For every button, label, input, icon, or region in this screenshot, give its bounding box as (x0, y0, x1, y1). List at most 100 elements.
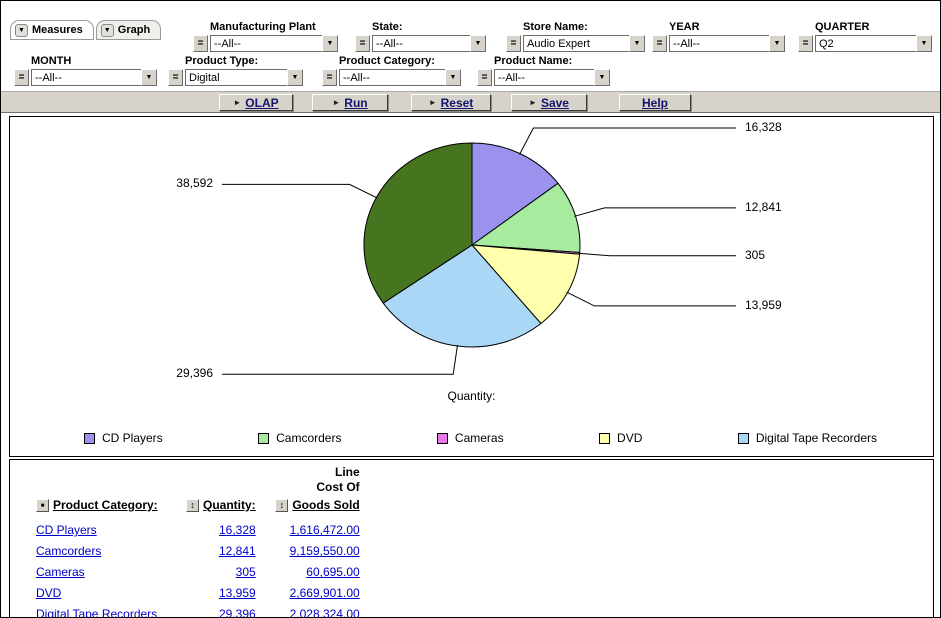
save-button[interactable]: ► Save (511, 94, 587, 111)
olap-report-window: ▼ Measures ▼ Graph Manufacturing Plant =… (0, 0, 941, 618)
dropdown-arrow-icon[interactable]: ▼ (322, 35, 338, 52)
equals-button[interactable]: = (506, 35, 521, 52)
filter-product-category: Product Category: = --All-- ▼ (322, 55, 461, 86)
cost-link[interactable]: 2,669,901.00 (290, 586, 360, 600)
chart-title: Quantity: (10, 389, 933, 403)
filter-label: YEAR (669, 21, 785, 33)
month-select[interactable]: --All-- (31, 69, 141, 86)
column-header-quantity[interactable]: Quantity: (203, 498, 256, 512)
equals-button[interactable]: = (798, 35, 813, 52)
equals-button[interactable]: = (477, 69, 492, 86)
quantity-link[interactable]: 305 (236, 565, 256, 579)
header-line-row: Line (36, 464, 360, 479)
chevron-down-icon[interactable]: ▼ (15, 24, 28, 37)
category-link[interactable]: DVD (36, 586, 61, 600)
table-row: Digital Tape Recorders 29,396 2,028,324.… (36, 604, 360, 618)
dropdown-arrow-icon[interactable]: ▼ (470, 35, 486, 52)
dropdown-arrow-icon[interactable]: ▼ (141, 69, 157, 86)
legend-item: DVD (599, 431, 642, 445)
legend-label: Digital Tape Recorders (756, 431, 877, 445)
button-arrow-icon: ► (529, 98, 537, 107)
report-table-panel: Line Cost Of ■ Product Category: ↕ Quantit… (9, 459, 934, 618)
store-name-select[interactable]: Audio Expert (523, 35, 629, 52)
equals-button[interactable]: = (193, 35, 208, 52)
category-link[interactable]: Camcorders (36, 544, 101, 558)
filter-label: State: (372, 21, 486, 33)
equals-button[interactable]: = (168, 69, 183, 86)
quantity-link[interactable]: 16,328 (219, 523, 256, 537)
slice-value-label: 13,959 (745, 298, 782, 312)
dropdown-arrow-icon[interactable]: ▼ (629, 35, 645, 52)
filter-quarter: QUARTER = Q2 ▼ (798, 21, 932, 52)
category-link[interactable]: CD Players (36, 523, 97, 537)
dropdown-arrow-icon[interactable]: ▼ (445, 69, 461, 86)
sort-icon[interactable]: ↕ (186, 499, 199, 512)
action-toolbar: ► OLAP ► Run ► Reset ► Save Help (1, 91, 940, 113)
slice-value-label: 29,396 (176, 366, 213, 380)
slice-value-label: 12,841 (745, 200, 782, 214)
help-button[interactable]: Help (619, 94, 691, 111)
year-select[interactable]: --All-- (669, 35, 769, 52)
quantity-link[interactable]: 29,396 (219, 607, 256, 618)
tab-graph[interactable]: ▼ Graph (96, 20, 161, 40)
product-category-select[interactable]: --All-- (339, 69, 445, 86)
tab-measures-label: Measures (32, 24, 83, 36)
equals-button[interactable]: = (322, 69, 337, 86)
chevron-down-icon[interactable]: ▼ (101, 24, 114, 37)
quantity-link[interactable]: 12,841 (219, 544, 256, 558)
button-arrow-icon: ► (332, 98, 340, 107)
chart-legend: CD Players Camcorders Cameras DVD (84, 431, 877, 445)
filter-label: Product Name: (494, 55, 610, 67)
reset-button[interactable]: ► Reset (411, 94, 491, 111)
legend-swatch (437, 433, 448, 444)
category-link[interactable]: Cameras (36, 565, 85, 579)
cost-link[interactable]: 1,616,472.00 (290, 523, 360, 537)
button-arrow-icon: ► (429, 98, 437, 107)
dropdown-arrow-icon[interactable]: ▼ (287, 69, 303, 86)
slice-labels-layer: 16,32812,84130513,95929,39638,592 (10, 117, 933, 456)
tab-graph-label: Graph (118, 24, 150, 36)
equals-button[interactable]: = (652, 35, 667, 52)
filter-label: Store Name: (523, 21, 645, 33)
filter-header: ▼ Measures ▼ Graph Manufacturing Plant =… (1, 1, 940, 91)
header-line-2: Cost Of (256, 479, 360, 494)
legend-label: Cameras (455, 431, 504, 445)
legend-item: CD Players (84, 431, 163, 445)
product-name-select[interactable]: --All-- (494, 69, 594, 86)
select-column-icon[interactable]: ■ (36, 499, 49, 512)
cost-link[interactable]: 9,159,550.00 (290, 544, 360, 558)
view-tabs: ▼ Measures ▼ Graph (10, 20, 161, 40)
tab-measures[interactable]: ▼ Measures (10, 20, 94, 40)
legend-label: CD Players (102, 431, 163, 445)
dropdown-arrow-icon[interactable]: ▼ (594, 69, 610, 86)
legend-item: Digital Tape Recorders (738, 431, 877, 445)
quarter-select[interactable]: Q2 (815, 35, 916, 52)
legend-swatch (84, 433, 95, 444)
column-header-product-category[interactable]: Product Category: (53, 498, 158, 512)
filter-label: MONTH (31, 55, 157, 67)
quantity-link[interactable]: 13,959 (219, 586, 256, 600)
run-button-label: Run (344, 96, 367, 110)
legend-swatch (738, 433, 749, 444)
pie-chart-panel: 16,32812,84130513,95929,39638,592 Quanti… (9, 116, 934, 457)
category-link[interactable]: Digital Tape Recorders (36, 607, 157, 618)
filter-state: State: = --All-- ▼ (355, 21, 486, 52)
filter-label: QUARTER (815, 21, 932, 33)
equals-button[interactable]: = (355, 35, 370, 52)
run-button[interactable]: ► Run (312, 94, 388, 111)
dropdown-arrow-icon[interactable]: ▼ (769, 35, 785, 52)
olap-button[interactable]: ► OLAP (219, 94, 293, 111)
column-header-row: ■ Product Category: ↕ Quantity: ↕ Goods Sol… (36, 494, 360, 520)
legend-item: Camcorders (258, 431, 341, 445)
cost-link[interactable]: 2,028,324.00 (290, 607, 360, 618)
column-header-goods-sold[interactable]: Goods Sold (292, 498, 359, 512)
equals-button[interactable]: = (14, 69, 29, 86)
dropdown-arrow-icon[interactable]: ▼ (916, 35, 932, 52)
sort-icon[interactable]: ↕ (275, 499, 288, 512)
filter-manufacturing-plant: Manufacturing Plant = --All-- ▼ (193, 21, 338, 52)
manufacturing-plant-select[interactable]: --All-- (210, 35, 322, 52)
state-select[interactable]: --All-- (372, 35, 470, 52)
reset-button-label: Reset (441, 96, 474, 110)
product-type-select[interactable]: Digital (185, 69, 287, 86)
cost-link[interactable]: 60,695.00 (306, 565, 359, 579)
